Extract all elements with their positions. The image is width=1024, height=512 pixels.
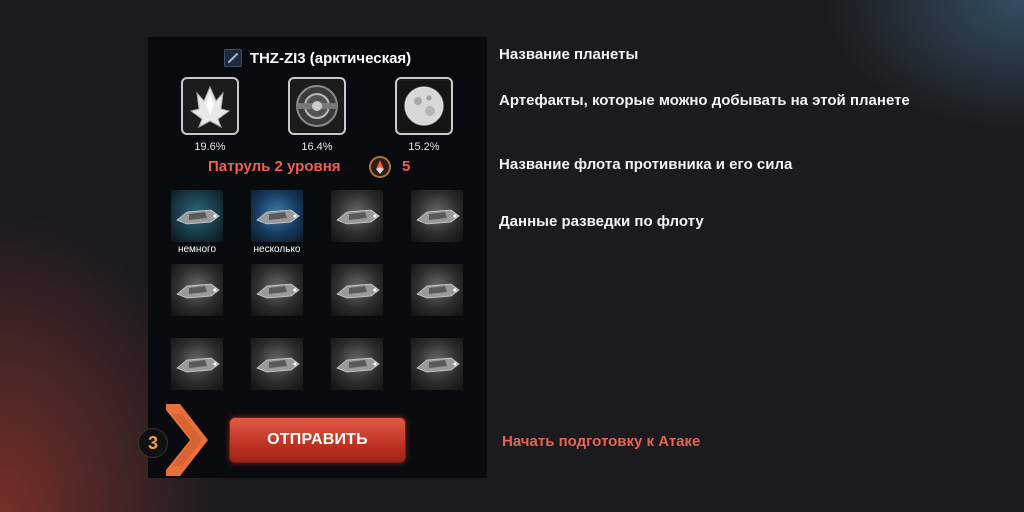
fleet-ship-slot[interactable]: [171, 190, 223, 242]
fleet-ship-slot[interactable]: [411, 338, 463, 390]
mechanism-icon: [292, 81, 342, 131]
planet-name: THZ-ZI3 (арктическая): [249, 49, 412, 67]
annotation-attack: Начать подготовку к Атаке: [502, 433, 701, 450]
ship-icon: [416, 209, 460, 225]
ship-icon: [256, 209, 300, 225]
enemy-fleet-power: 5: [402, 158, 411, 175]
annotation-scouting: Данные разведки по флоту: [499, 213, 704, 230]
enemy-fleet-row: Патруль 2 уровня 5: [148, 155, 487, 179]
fleet-ship-slot[interactable]: [171, 264, 223, 316]
crystal-icon: [185, 81, 235, 131]
ship-icon: [416, 283, 460, 299]
annotation-artifacts: Артефакты, которые можно добывать на это…: [499, 92, 910, 109]
ship-icon: [336, 283, 380, 299]
ship-icon: [176, 209, 220, 225]
artifact-crystal[interactable]: 19.6%: [181, 77, 239, 153]
fleet-ship-slot[interactable]: [251, 338, 303, 390]
planet-header: THZ-ZI3 (арктическая): [148, 47, 487, 69]
artifact-drop-chance: 15.2%: [408, 141, 440, 153]
fleet-ship-slot[interactable]: [251, 190, 303, 242]
fleet-ship-slot[interactable]: [251, 264, 303, 316]
fleet-ship-slot[interactable]: [331, 190, 383, 242]
step-number-badge: 3: [138, 428, 168, 458]
ship-icon: [176, 283, 220, 299]
annotation-enemy-fleet: Название флота противника и его сила: [499, 156, 793, 173]
enemy-fleet-name: Патруль 2 уровня: [208, 158, 341, 175]
artifact-drop-chance: 19.6%: [194, 141, 226, 153]
ship-icon: [256, 357, 300, 373]
planet-type-icon: [223, 49, 242, 67]
artifact-mechanism[interactable]: 16.4%: [288, 77, 346, 153]
send-fleet-button[interactable]: ОТПРАВИТЬ: [229, 417, 406, 463]
artifact-drop-chance: 16.4%: [301, 141, 333, 153]
annotation-planet-name: Название планеты: [499, 46, 639, 63]
fleet-ship-slot[interactable]: [331, 338, 383, 390]
fleet-ship-slot[interactable]: [411, 264, 463, 316]
fleet-power-icon: [369, 156, 391, 178]
ship-icon: [336, 357, 380, 373]
ship-icon: [256, 283, 300, 299]
ship-icon: [336, 209, 380, 225]
chevron-right-icon: [166, 404, 208, 476]
ship-icon: [176, 357, 220, 373]
ship-icon: [416, 357, 460, 373]
fleet-ship-slot[interactable]: [411, 190, 463, 242]
fleet-ship-slot[interactable]: [171, 338, 223, 390]
moon-orb-icon: [399, 81, 449, 131]
artifact-moon-orb[interactable]: 15.2%: [395, 77, 453, 153]
fleet-ship-quantity: несколько: [253, 244, 301, 255]
fleet-ship-quantity: немного: [177, 244, 217, 255]
fleet-ship-slot[interactable]: [331, 264, 383, 316]
